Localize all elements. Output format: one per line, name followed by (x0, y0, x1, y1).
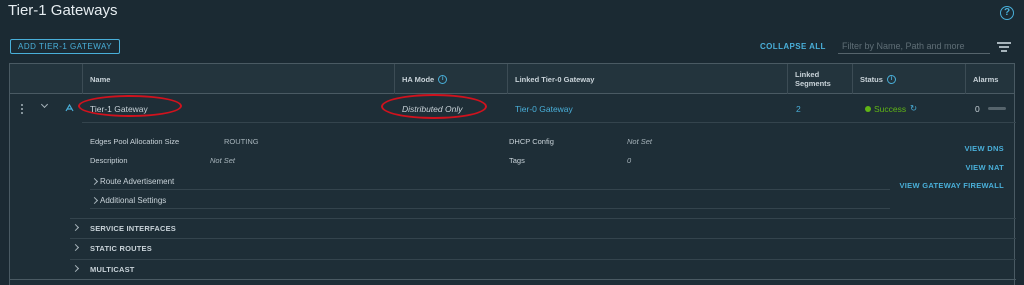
section-multicast[interactable]: MULTICAST (10, 259, 1014, 279)
chevron-down-icon[interactable] (40, 100, 49, 109)
filter-input[interactable] (838, 38, 990, 54)
gateways-grid: Name HA Mode i Linked Tier-0 Gateway Link… (9, 63, 1016, 285)
chevron-right-icon (71, 223, 80, 232)
gateway-icon (65, 104, 74, 112)
annotation-ellipse (381, 94, 487, 119)
info-icon[interactable]: i (438, 74, 448, 84)
refresh-icon[interactable]: ↻ (910, 103, 917, 114)
dhcp-config-value: Not Set (627, 137, 653, 146)
chevron-right-icon (71, 243, 80, 252)
help-icon[interactable]: ? (1000, 6, 1014, 20)
column-linked-tier0[interactable]: Linked Tier-0 Gateway (515, 64, 594, 94)
description-label: Description (90, 156, 128, 165)
route-advertisement-toggle[interactable]: Route Advertisement (90, 177, 174, 186)
dhcp-config-label: DHCP Config (509, 137, 554, 146)
chevron-right-icon (90, 177, 99, 186)
tags-value: 0 (627, 156, 632, 165)
success-icon (865, 106, 871, 112)
edges-pool-label: Edges Pool Allocation Size (90, 137, 180, 146)
alarm-bar (987, 107, 1006, 110)
alarms-count: 0 (975, 104, 1006, 114)
column-alarms[interactable]: Alarms (973, 64, 998, 94)
chevron-right-icon (90, 196, 99, 205)
section-static-routes[interactable]: STATIC ROUTES (10, 238, 1014, 258)
description-value: Not Set (210, 156, 236, 165)
column-ha-mode[interactable]: HA Mode i (402, 64, 448, 94)
linked-tier0-link[interactable]: Tier-0 Gateway (515, 104, 573, 114)
kebab-menu-icon[interactable] (21, 104, 24, 116)
collapse-all-button[interactable]: COLLAPSE ALL (760, 42, 826, 51)
annotation-ellipse (78, 95, 182, 117)
edges-pool-value: ROUTING (224, 137, 259, 146)
tags-label: Tags (509, 156, 525, 165)
column-linked-segments[interactable]: Linked Segments (795, 64, 831, 94)
view-nat-link[interactable]: VIEW NAT (965, 163, 1004, 172)
linked-segments-link[interactable]: 2 (796, 104, 801, 114)
filter-icon[interactable] (997, 42, 1011, 52)
section-service-interfaces[interactable]: SERVICE INTERFACES (10, 218, 1014, 238)
add-tier1-gateway-button[interactable]: ADD TIER-1 GATEWAY (10, 39, 121, 54)
column-name[interactable]: Name (90, 64, 110, 94)
additional-settings-toggle[interactable]: Additional Settings (90, 196, 166, 205)
view-gateway-firewall-link[interactable]: VIEW GATEWAY FIREWALL (900, 181, 1005, 190)
column-status[interactable]: Status i (860, 64, 896, 94)
status-badge: Success (865, 104, 906, 114)
page-title: Tier-1 Gateways (8, 2, 118, 19)
table-row: Tier-1 Gateway Distributed Only Tier-0 G… (10, 94, 1014, 121)
info-icon[interactable]: i (886, 74, 896, 84)
view-dns-link[interactable]: VIEW DNS (965, 144, 1005, 153)
grid-header: Name HA Mode i Linked Tier-0 Gateway Link… (10, 64, 1014, 94)
chevron-right-icon (71, 264, 80, 273)
